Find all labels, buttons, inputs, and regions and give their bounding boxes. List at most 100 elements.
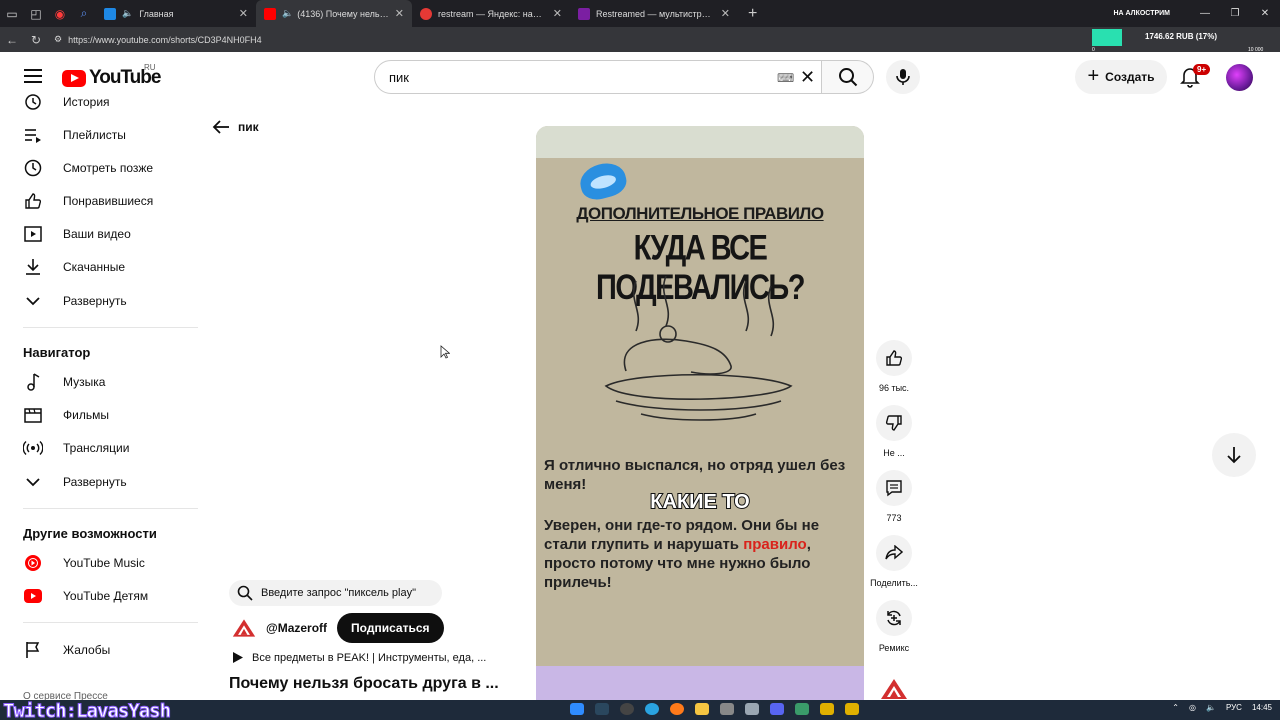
tab-close-icon[interactable]: ✕ [553, 7, 562, 20]
your-videos-icon [24, 226, 42, 242]
volume-icon[interactable]: 🔈 [1206, 703, 1216, 712]
back-to-search[interactable]: пик [212, 120, 259, 134]
playlist-link[interactable]: Все предметы в PEAK! | Инструменты, еда,… [232, 651, 502, 664]
search-input[interactable]: пик ⌨ ✕ [374, 60, 822, 94]
remix-button[interactable]: Ремикс [868, 600, 920, 653]
sidebar-item-label: YouTube Детям [63, 589, 149, 603]
language-indicator[interactable]: РУС [1226, 703, 1242, 712]
sidebar-item-youtube-kids[interactable]: YouTube Детям [3, 580, 193, 612]
back-icon[interactable]: ← [0, 33, 24, 47]
next-short-button[interactable] [1212, 433, 1256, 477]
flag-icon [26, 642, 40, 658]
tab-favicon-icon [104, 7, 116, 20]
clear-search-icon[interactable]: ✕ [800, 67, 815, 88]
voice-search-button[interactable] [886, 60, 920, 94]
clock[interactable]: 14:45 [1252, 703, 1272, 712]
youtube-play-icon [62, 69, 86, 87]
sidebar-footer-links[interactable]: О сервисе Прессе [23, 691, 108, 700]
opera-icon[interactable]: ◉ [48, 0, 72, 27]
network-icon[interactable]: ◎ [1189, 703, 1196, 712]
like-count: 96 тыс. [878, 383, 910, 393]
shorts-video-player[interactable]: ДОПОЛНИТЕЛЬНОЕ ПРАВИЛО КУДА ВСЕ ПОДЕВАЛИ… [536, 126, 864, 700]
history-icon [25, 94, 41, 110]
capybara-drawing [604, 276, 793, 421]
keyboard-icon[interactable]: ⌨ [777, 71, 794, 85]
app-icon-3[interactable] [845, 703, 859, 715]
back-label: пик [238, 120, 259, 134]
search-suggestion-chip[interactable]: Введите запрос "пиксель play" [229, 580, 442, 606]
workspaces-icon[interactable]: ◰ [24, 0, 48, 27]
site-info-icon[interactable]: ⚙ [54, 34, 62, 45]
folder-icon[interactable] [695, 703, 709, 715]
comments-button[interactable]: 773 [868, 470, 920, 523]
app-icon[interactable] [795, 703, 809, 715]
sidebar-item-watch-later[interactable]: Смотреть позже [3, 152, 193, 184]
sidebar-item-music[interactable]: Музыка [3, 366, 193, 398]
search-tab-icon[interactable]: ⌕ [72, 0, 96, 27]
chevron-up-icon[interactable]: ⌃ [1172, 703, 1179, 712]
app-icon-2[interactable] [820, 703, 834, 715]
sidebar-item-expand-nav[interactable]: Развернуть [3, 466, 193, 498]
thumbs-up-icon [886, 350, 903, 366]
remix-label: Ремикс [878, 643, 910, 653]
sidebar-item-downloads[interactable]: Скачанные [3, 251, 193, 283]
sidebar-item-your-videos[interactable]: Ваши видео [3, 218, 193, 250]
tab-yandex[interactable]: restream — Яндекс: нашлось 6 тыс. ✕ [412, 0, 570, 27]
sidebar-item-live[interactable]: Трансляции [3, 432, 193, 464]
tab-close-icon[interactable]: ✕ [239, 7, 248, 20]
create-button[interactable]: + Создать [1075, 60, 1167, 94]
sidebar-item-label: Фильмы [63, 408, 109, 422]
firefox-icon[interactable] [670, 703, 684, 715]
sidebar: История Плейлисты Смотреть позже Понрави… [3, 90, 200, 700]
sidebar-item-label: Понравившиеся [63, 194, 154, 208]
search-button[interactable] [822, 60, 874, 94]
sidebar-item-reports[interactable]: Жалобы [3, 634, 193, 666]
menu-icon[interactable] [24, 69, 42, 83]
steam-running-icon[interactable] [745, 703, 759, 715]
music-icon [27, 373, 40, 391]
video-title[interactable]: Почему нельзя бросать друга в ... [229, 675, 499, 693]
chevron-down-icon [26, 478, 40, 487]
reload-icon[interactable]: ↻ [24, 33, 48, 47]
discord-icon[interactable] [770, 703, 784, 715]
telegram-icon[interactable] [645, 703, 659, 715]
minimize-button[interactable]: — [1190, 8, 1220, 19]
url-field[interactable]: https://www.youtube.com/shorts/CD3P4NH0F… [68, 35, 262, 45]
mouse-cursor-icon [440, 345, 450, 359]
dislike-button[interactable]: Не ... [868, 405, 920, 458]
tab-home[interactable]: 🔈 Главная ✕ [96, 0, 256, 27]
sidebar-item-label: YouTube Music [63, 556, 145, 570]
windows-start-icon[interactable] [570, 703, 584, 715]
settings-icon[interactable] [720, 703, 734, 715]
youtube-logo[interactable]: YouTube RU [62, 63, 161, 89]
share-button[interactable]: Поделить... [868, 535, 920, 588]
tab-close-icon[interactable]: ✕ [395, 7, 404, 20]
tab-youtube-shorts[interactable]: 🔈 (4136) Почему нельзя бросать ✕ [256, 0, 412, 27]
clock-icon [24, 159, 42, 177]
sidebar-item-liked[interactable]: Понравившиеся [3, 185, 193, 217]
share-icon [885, 545, 903, 560]
close-window-button[interactable]: ✕ [1250, 8, 1280, 19]
tab-restream[interactable]: Restreamed — мультистриминг: с ✕ [570, 0, 738, 27]
channel-name[interactable]: @Mazeroff [266, 621, 327, 635]
tab-title: (4136) Почему нельзя бросать [297, 8, 389, 19]
channel-logo-icon[interactable] [232, 618, 256, 638]
stream-goal-label: НА АЛКОСТРИМ [1113, 10, 1170, 17]
sidebar-item-playlists[interactable]: Плейлисты [3, 119, 193, 151]
sidebar-item-youtube-music[interactable]: YouTube Music [3, 547, 193, 579]
sidebar-item-films[interactable]: Фильмы [3, 399, 193, 431]
sidebar-item-history[interactable]: История [3, 90, 193, 118]
sidebar-item-label: Развернуть [63, 294, 127, 308]
steam-icon[interactable] [595, 703, 609, 715]
new-tab-button[interactable]: + [738, 5, 767, 23]
sidebar-item-expand[interactable]: Развернуть [3, 285, 193, 317]
avatar[interactable] [1226, 64, 1253, 91]
tab-close-icon[interactable]: ✕ [721, 7, 730, 20]
divider [23, 508, 198, 509]
subscribe-button[interactable]: Подписаться [337, 613, 444, 643]
maximize-button[interactable]: ❐ [1220, 8, 1250, 19]
browser-menu-icon[interactable]: ▭ [0, 0, 24, 27]
like-button[interactable]: 96 тыс. [868, 340, 920, 393]
obs-icon[interactable] [620, 703, 634, 715]
sidebar-item-label: Жалобы [63, 643, 111, 657]
